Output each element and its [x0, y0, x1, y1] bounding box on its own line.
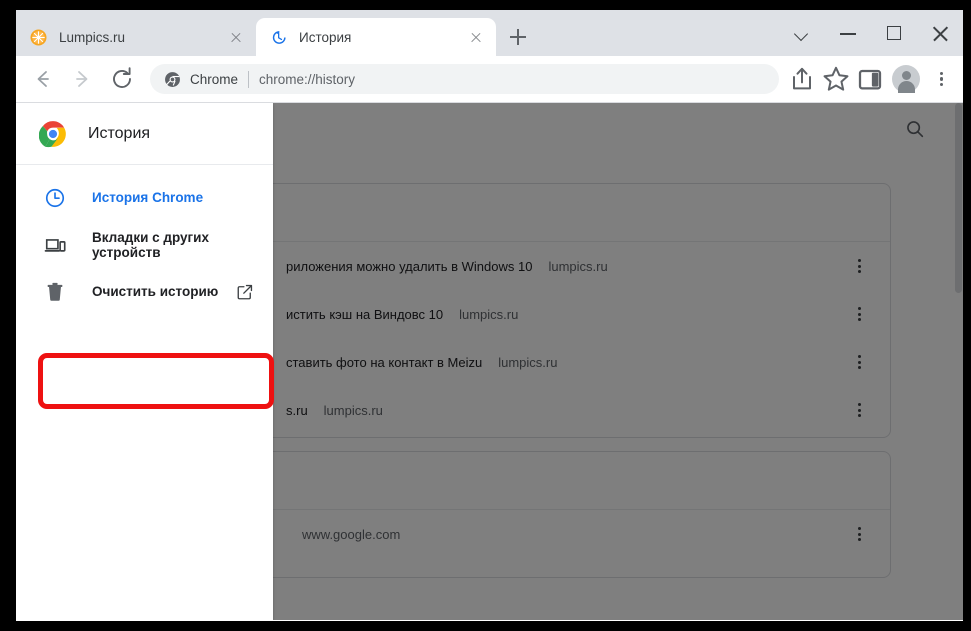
- share-icon[interactable]: [786, 63, 818, 95]
- three-dots-vertical-icon[interactable]: [844, 395, 874, 425]
- three-dots-vertical-icon[interactable]: [844, 251, 874, 281]
- clock-icon: [44, 187, 66, 209]
- new-tab-button[interactable]: [504, 23, 532, 51]
- reload-icon[interactable]: [105, 62, 139, 96]
- browser-toolbar: Chrome chrome://history: [16, 56, 963, 103]
- chrome-logo-icon: [38, 120, 67, 148]
- history-item-domain: lumpics.ru: [459, 306, 519, 322]
- history-clock-icon: [270, 29, 287, 46]
- history-date-header: 022 г.: [192, 184, 890, 242]
- sidebar-item-label: Вкладки с других устройств: [92, 229, 209, 260]
- table-row[interactable]: риложения можно удалить в Windows 10 lum…: [192, 242, 890, 290]
- omnibox-separator: [248, 70, 250, 88]
- three-dots-vertical-icon[interactable]: [844, 347, 874, 377]
- history-date-header: 22 г.: [192, 452, 890, 510]
- history-item-domain: www.google.com: [302, 526, 401, 542]
- profile-avatar-icon[interactable]: [892, 65, 920, 93]
- tab-title: История: [299, 29, 352, 45]
- history-item-domain: lumpics.ru: [323, 402, 383, 418]
- tab-history[interactable]: История: [256, 18, 496, 56]
- close-icon[interactable]: [226, 27, 246, 47]
- omnibox-scheme-label: Chrome: [190, 71, 239, 87]
- trash-icon: [44, 281, 66, 303]
- table-row[interactable]: истить кэш на Виндовс 10 lumpics.ru: [192, 290, 890, 338]
- page-area: 022 г. риложения можно удалить в Windows…: [16, 103, 963, 620]
- history-card: 22 г. www.google.com: [191, 451, 891, 578]
- side-menu-items: История Chrome Вкладки с других устройст…: [16, 165, 273, 315]
- browser-window: Lumpics.ru История Chrome chrome://histo…: [16, 10, 963, 621]
- omnibox-url: chrome://history: [259, 71, 356, 87]
- sidebar-item-chrome-history[interactable]: История Chrome: [16, 174, 273, 221]
- three-dots-vertical-icon[interactable]: [844, 299, 874, 329]
- search-icon[interactable]: [904, 118, 926, 140]
- history-item-domain: lumpics.ru: [548, 258, 608, 274]
- back-arrow-icon[interactable]: [25, 62, 59, 96]
- close-icon[interactable]: [466, 27, 486, 47]
- history-item-title[interactable]: риложения можно удалить в Windows 10: [286, 259, 532, 274]
- history-item-title[interactable]: s.ru: [286, 403, 308, 418]
- side-menu-title: История: [88, 124, 151, 142]
- scrollbar-thumb[interactable]: [955, 103, 962, 293]
- forward-arrow-icon[interactable]: [65, 62, 99, 96]
- highlight-box: [38, 353, 274, 409]
- tab-title: Lumpics.ru: [59, 29, 126, 45]
- history-item-domain: lumpics.ru: [498, 354, 558, 370]
- maximize-button[interactable]: [871, 10, 917, 56]
- side-menu-header: История: [16, 103, 273, 165]
- window-controls: [779, 10, 963, 56]
- sidebar-item-label: Очистить историю: [92, 284, 219, 299]
- minimize-button[interactable]: [825, 10, 871, 56]
- history-card: 022 г. риложения можно удалить в Windows…: [191, 183, 891, 438]
- history-item-title[interactable]: истить кэш на Виндовс 10: [286, 307, 443, 322]
- history-side-menu: История История Chrome Вкладки с других …: [16, 103, 274, 620]
- table-row[interactable]: ставить фото на контакт в Meizu lumpics.…: [192, 338, 890, 386]
- sidebar-item-clear-history[interactable]: Очистить историю: [16, 268, 273, 315]
- chevron-down-icon[interactable]: [779, 10, 825, 56]
- address-bar[interactable]: Chrome chrome://history: [150, 64, 779, 94]
- tab-strip: Lumpics.ru История: [16, 10, 963, 56]
- side-panel-icon[interactable]: [854, 63, 886, 95]
- vertical-scrollbar[interactable]: [954, 103, 963, 620]
- table-row[interactable]: s.ru lumpics.ru: [192, 386, 890, 434]
- tab-lumpics[interactable]: Lumpics.ru: [16, 18, 256, 56]
- orange-slice-icon: [30, 29, 47, 46]
- star-icon[interactable]: [820, 63, 852, 95]
- sidebar-item-label: История Chrome: [92, 190, 204, 205]
- sidebar-item-other-devices[interactable]: Вкладки с других устройств: [16, 221, 273, 268]
- three-dots-vertical-icon[interactable]: [925, 63, 957, 95]
- table-row[interactable]: www.google.com: [192, 510, 890, 558]
- devices-icon: [44, 234, 66, 256]
- close-window-button[interactable]: [917, 10, 963, 56]
- external-link-icon: [236, 283, 254, 301]
- history-item-title[interactable]: ставить фото на контакт в Meizu: [286, 355, 482, 370]
- chrome-shield-icon: [164, 71, 181, 88]
- three-dots-vertical-icon[interactable]: [844, 519, 874, 549]
